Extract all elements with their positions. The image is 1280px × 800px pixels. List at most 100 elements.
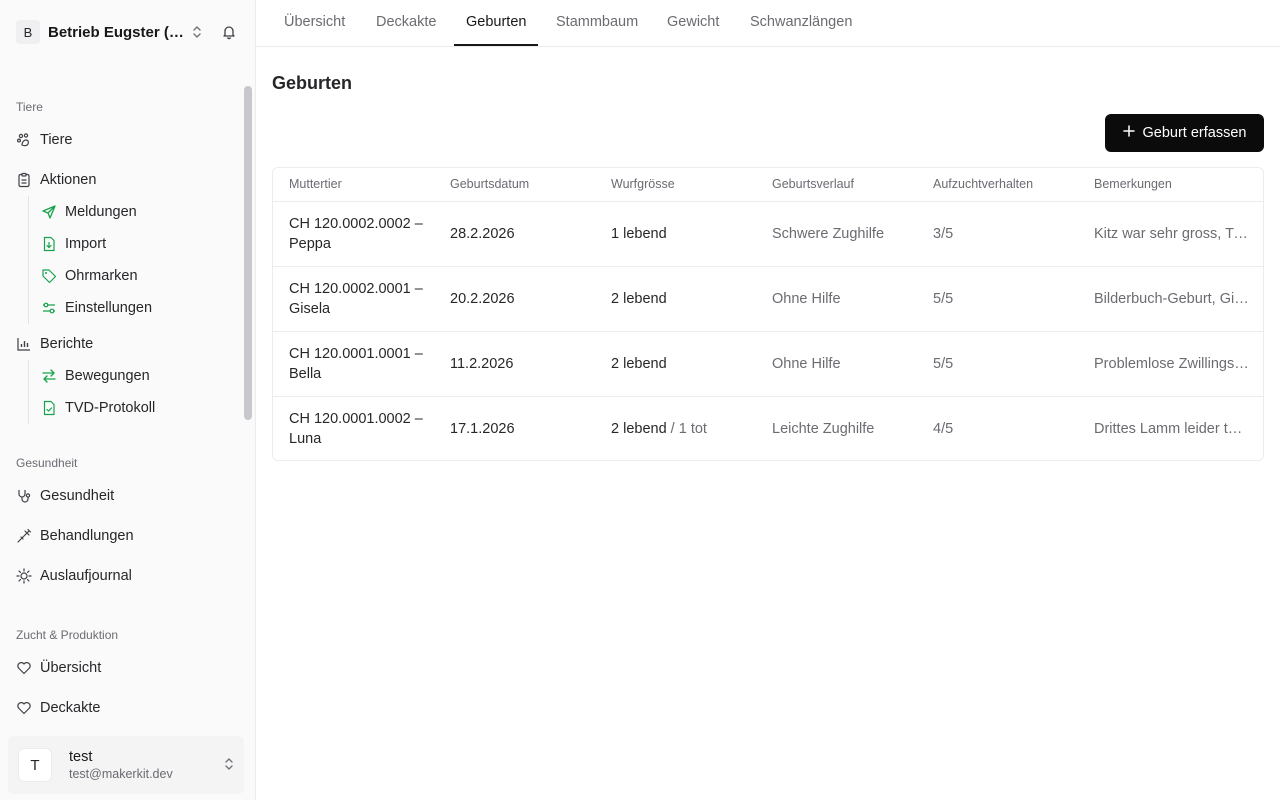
tag-icon [41,268,57,284]
bell-icon[interactable] [220,23,238,41]
mother-id: CH 120.0002.0001 – [289,280,423,297]
cell-date: 20.2.2026 [450,290,515,307]
paw-icon [16,132,32,148]
group-label-gesundheit: Gesundheit [16,456,78,470]
sidebar-item-auslaufjournal[interactable]: Auslaufjournal [16,564,132,588]
tab-bar: Übersicht Deckakte Geburten Stammbaum Ge… [256,0,1280,47]
tab-geburten[interactable]: Geburten [454,0,539,46]
sidebar-item-label: Ohrmarken [65,268,138,284]
column-header-geburtsdatum: Geburtsdatum [434,168,595,202]
column-header-geburtsverlauf: Geburtsverlauf [756,168,917,202]
sidebar-item-behandlungen[interactable]: Behandlungen [16,524,134,548]
cell-rearing: 3/5 [933,225,954,242]
cell-course: Leichte Zughilfe [772,420,875,437]
subnav-divider [28,360,29,424]
sidebar-item-bewegungen[interactable]: Bewegungen [41,364,150,388]
cell-litter: 1 lebend [595,201,756,266]
sidebar-scrollbar[interactable] [244,86,252,420]
add-birth-button[interactable]: Geburt erfassen [1105,114,1264,152]
user-menu[interactable]: T test test@makerkit.dev [8,736,244,794]
cell-notes: Bilderbuch-Geburt, Gitzi trinken gut [1094,290,1264,307]
table-row[interactable]: CH 120.0001.0002 – Luna 17.1.2026 2 leben… [273,396,1263,460]
sidebar-item-einstellungen[interactable]: Einstellungen [41,296,152,320]
heart-icon [16,700,32,716]
tab-schwanzlaengen[interactable]: Schwanzlängen [750,0,852,46]
litter-alive: 1 lebend [611,225,667,242]
tab-uebersicht[interactable]: Übersicht [284,0,345,46]
cell-date: 28.2.2026 [450,225,515,242]
cell-litter: 2 lebend [595,266,756,331]
litter-alive: 2 lebend [611,355,667,372]
avatar: T [18,748,52,782]
cell-rearing: 4/5 [933,420,954,437]
mother-name: Luna [289,430,322,447]
sidebar-item-tvd-protokoll[interactable]: TVD-Protokoll [41,396,155,420]
sliders-icon [41,300,57,316]
sidebar-item-import[interactable]: Import [41,232,106,256]
sidebar-item-label: Einstellungen [65,300,153,316]
cell-litter: 2 lebend / 1 tot [595,396,756,460]
clipboard-icon [16,172,32,188]
group-label-zucht: Zucht & Produktion [16,628,119,642]
org-switcher[interactable]: B Betrieb Eugster (Hauptbetrieb) [16,20,240,44]
group-label-tiere: Tiere [16,100,43,114]
sidebar-item-aktionen[interactable]: Aktionen [16,168,96,192]
sidebar-item-label: Meldungen [65,204,137,220]
cell-date: 11.2.2026 [450,355,514,372]
sidebar-item-label: Aktionen [40,172,97,188]
sidebar-item-berichte[interactable]: Berichte [16,332,93,356]
cell-notes: Problemlose Zwillingsgeburt [1094,355,1264,372]
sidebar-item-tiere[interactable]: Tiere [16,128,73,152]
sun-icon [16,568,32,584]
sidebar-item-label: Berichte [40,336,94,352]
sidebar-item-label: Auslaufjournal [40,568,132,584]
cell-notes: Drittes Lamm leider tot geboren [1094,420,1263,437]
bar-chart-icon [16,336,32,352]
sidebar-item-label: TVD-Protokoll [65,400,156,416]
table-row[interactable]: CH 120.0002.0001 – Gisela 20.2.2026 2 leb… [273,266,1264,331]
sidebar: B Betrieb Eugster (Hauptbetrieb) Tiere T… [0,0,256,800]
org-avatar: B [16,20,40,44]
sidebar-item-label: Tiere [40,132,73,148]
cell-mother: CH 120.0001.0001 – Bella [273,331,434,396]
page-title: Geburten [272,73,353,93]
column-header-muttertier: Muttertier [273,168,434,202]
column-header-aufzuchtverhalten: Aufzuchtverhalten [917,168,1078,202]
mother-name: Bella [289,365,322,382]
litter-dead: / 1 tot [670,420,707,437]
table-header-row: Muttertier Geburtsdatum Wurfgrösse Gebur… [273,168,1263,202]
mother-name: Gisela [289,300,331,317]
litter-alive: 2 lebend [611,420,667,437]
table-row[interactable]: CH 120.0002.0002 – Peppa 28.2.2026 1 lebe… [273,201,1263,266]
user-email: test@makerkit.dev [69,767,173,781]
cell-rearing: 5/5 [933,290,954,307]
cell-rearing: 5/5 [933,355,954,372]
chevron-updown-icon [190,24,204,40]
sidebar-item-label: Bewegungen [65,368,150,384]
sidebar-item-meldungen[interactable]: Meldungen [41,200,137,224]
litter-alive: 2 lebend [611,290,667,307]
cell-notes: Kitz war sehr gross, Tierarzt nicht nöti… [1094,225,1263,242]
sidebar-item-label: Gesundheit [40,488,115,504]
plus-icon [1122,125,1135,141]
sidebar-item-deckakte[interactable]: Deckakte [16,696,100,720]
send-icon [41,204,57,220]
table-row[interactable]: CH 120.0001.0001 – Bella 11.2.2026 2 lebe… [273,331,1264,396]
tab-deckakte[interactable]: Deckakte [376,0,436,46]
sidebar-item-label: Import [65,236,107,252]
births-table: Muttertier Geburtsdatum Wurfgrösse Gebur… [272,167,1264,461]
sidebar-item-uebersicht[interactable]: Übersicht [16,656,101,680]
sidebar-item-ohrmarken[interactable]: Ohrmarken [41,264,138,288]
file-check-icon [41,400,57,416]
mother-id: CH 120.0002.0002 – [289,215,423,232]
tab-stammbaum[interactable]: Stammbaum [556,0,638,46]
sidebar-nav: Tiere Tiere Aktionen Meldungen Import Oh… [0,88,240,728]
sidebar-item-label: Behandlungen [40,528,134,544]
column-header-wurfgroesse: Wurfgrösse [595,168,756,202]
sidebar-item-gesundheit[interactable]: Gesundheit [16,484,114,508]
tab-gewicht[interactable]: Gewicht [667,0,719,46]
arrows-exchange-icon [41,368,57,384]
cell-litter: 2 lebend [595,331,756,396]
mother-id: CH 120.0001.0002 – [289,410,423,427]
org-name: Betrieb Eugster (Hauptbetrieb) [48,23,184,41]
